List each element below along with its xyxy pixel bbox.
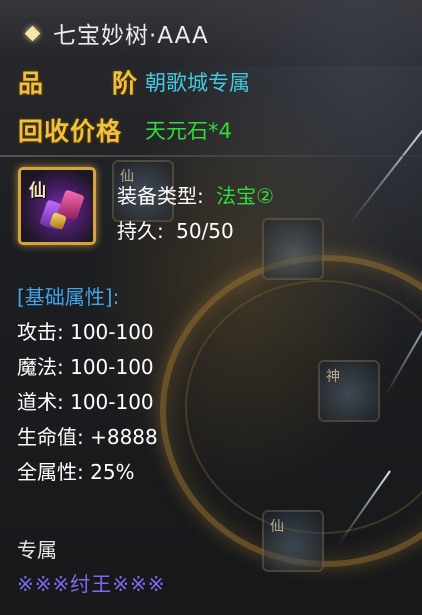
durability: 持久: 50/50 (117, 215, 234, 244)
quality-row: 品 阶 朝歌城专属 (0, 60, 422, 104)
item-icon[interactable]: 仙 (18, 167, 96, 245)
diamond-icon (24, 25, 41, 41)
background-item-icon: 仙 (262, 510, 324, 572)
equipment-type: 装备类型: 法宝② (117, 180, 274, 209)
item-grade-badge: 仙 (29, 181, 46, 201)
exclusive-label: 专属 (17, 538, 57, 562)
recycle-value: 天元石*4 (145, 119, 232, 143)
durability-value: 50/50 (176, 219, 234, 243)
divider (0, 155, 422, 157)
background-item-badge: 神 (326, 369, 340, 385)
background-item-icon (262, 218, 324, 280)
exclusive-owner: ※※※纣王※※※ (17, 572, 166, 596)
attribute-taoism: 道术: 100-100 (17, 390, 154, 414)
equipment-type-value: 法宝② (216, 184, 275, 208)
quality-value: 朝歌城专属 (145, 71, 250, 95)
attribute-hp: 生命值: +8888 (17, 425, 158, 449)
title-bar: 七宝妙树·AAA (0, 0, 422, 66)
equipment-type-label: 装备类型: (117, 184, 204, 208)
base-attributes-title: [基础属性]: (17, 285, 120, 309)
attribute-all-stats: 全属性: 25% (17, 460, 135, 484)
background-item-icon: 神 (318, 360, 380, 422)
quality-label-part: 品 (18, 69, 44, 98)
attribute-attack: 攻击: 100-100 (17, 320, 154, 344)
item-tooltip-panel: 仙 神 仙 七宝妙树·AAA 品 阶 朝歌城专属 回收价格 天元石*4 仙 装备… (0, 0, 422, 615)
item-name: 七宝妙树·AAA (53, 23, 209, 49)
recycle-label: 回收价格 (18, 117, 123, 146)
attribute-magic: 魔法: 100-100 (17, 355, 154, 379)
durability-label: 持久: (117, 219, 164, 243)
recycle-row: 回收价格 天元石*4 (0, 108, 422, 152)
quality-label: 品 阶 (0, 64, 145, 100)
quality-label-part: 阶 (111, 69, 137, 98)
background-item-badge: 仙 (270, 519, 284, 535)
